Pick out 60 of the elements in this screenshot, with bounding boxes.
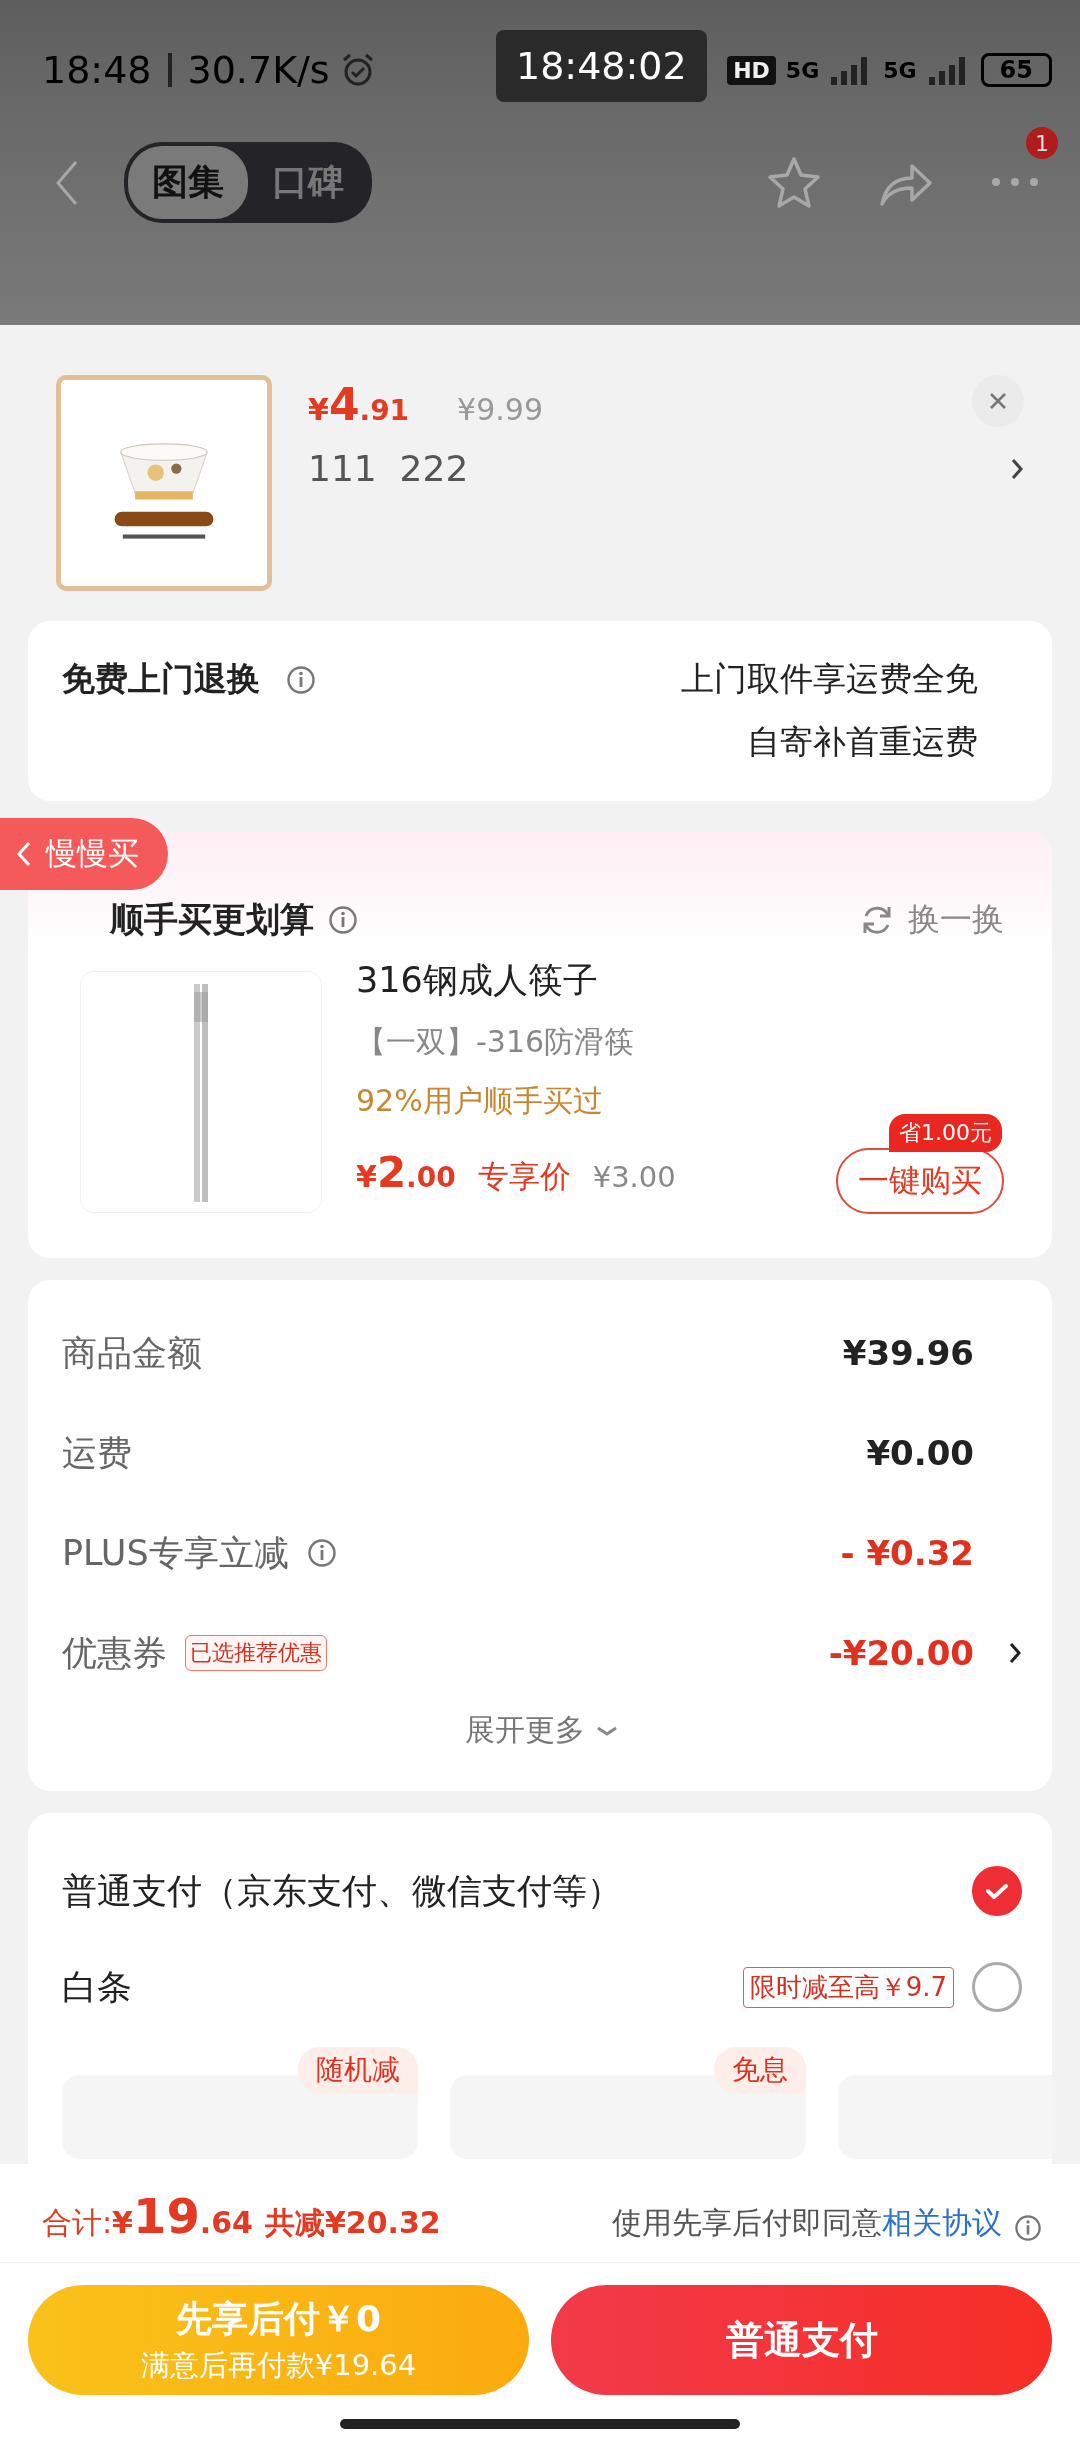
total-savings: 共减¥20.32 — [264, 2204, 441, 2242]
total-amount: 合计:¥19.64 — [42, 2188, 253, 2244]
summary-value: -¥20.00 — [828, 1633, 974, 1673]
notification-badge: 1 — [1026, 127, 1058, 159]
savings-badge: 省1.00元 — [889, 1114, 1002, 1152]
payment-method[interactable]: 普通支付（京东支付、微信支付等） — [62, 1867, 622, 1915]
chevron-icon[interactable] — [1010, 456, 1024, 481]
agreement-text: 使用先享后付即同意 — [612, 2204, 882, 2242]
network-label: 5G — [785, 57, 820, 83]
service-note: 自寄补首重运费 — [747, 721, 978, 763]
hd-badge: HD — [727, 55, 776, 85]
clock-overlay: 18:48:02 — [496, 30, 707, 102]
original-price: ¥3.00 — [592, 1160, 676, 1194]
section-title: 顺手买更划算 — [110, 898, 314, 941]
radio-button[interactable] — [972, 1866, 1022, 1916]
refresh-link[interactable]: 换一换 — [908, 898, 1004, 942]
nav-tab[interactable]: 口碑 — [248, 146, 368, 219]
summary-value: - ¥0.32 — [840, 1533, 974, 1573]
installment-badge: 随机减 — [298, 2047, 418, 2093]
status-time: 18:48 — [42, 48, 152, 92]
pay-button[interactable]: 普通支付 — [551, 2285, 1052, 2395]
more-icon[interactable] — [990, 176, 1040, 188]
service-note: 上门取件享运费全免 — [681, 658, 978, 700]
product-variant: 【一双】-316防滑筷 — [356, 1023, 635, 1061]
product-spec[interactable]: 111 222 — [308, 448, 469, 489]
network-speed: 30.7K/s — [187, 48, 330, 92]
chevron-icon[interactable] — [1008, 1641, 1022, 1665]
installment-badge: 免息 — [714, 2047, 806, 2093]
summary-label: 商品金额 — [62, 1331, 202, 1375]
summary-label: 运费 — [62, 1431, 132, 1475]
promo-tag: 限时减至高￥9.7 — [742, 1966, 954, 2008]
agreement-link[interactable]: 相关协议 — [882, 2203, 1002, 2244]
floating-tab[interactable]: 慢慢买 — [0, 818, 168, 890]
summary-value: ¥0.00 — [866, 1433, 974, 1473]
product-name[interactable]: 316钢成人筷子 — [356, 957, 598, 1004]
star-icon[interactable] — [766, 155, 822, 210]
info-icon[interactable] — [1014, 2214, 1042, 2242]
battery-indicator: 65 — [980, 53, 1052, 87]
bundle-price: ¥2.00 — [356, 1148, 456, 1197]
radio-button[interactable] — [972, 1962, 1022, 2012]
info-icon[interactable] — [286, 664, 316, 695]
summary-value: ¥39.96 — [842, 1333, 974, 1373]
product-price: ¥4.91 — [308, 379, 410, 430]
close-button[interactable] — [972, 375, 1024, 427]
coupon-tag: 已选推荐优惠 — [185, 1635, 327, 1671]
price-tag: 专享价 — [477, 1156, 571, 1198]
payment-method[interactable]: 白条 — [62, 1963, 132, 2011]
network-label: 5G — [883, 57, 917, 83]
social-proof: 92%用户顺手买过 — [356, 1082, 603, 1120]
original-price: ¥9.99 — [457, 392, 543, 427]
info-icon[interactable] — [328, 905, 358, 935]
nav-tab[interactable]: 图集 — [128, 146, 248, 219]
service-title: 免费上门退换 — [62, 658, 260, 700]
summary-label: 优惠券 — [62, 1631, 167, 1675]
chevron-left-icon[interactable] — [16, 840, 32, 868]
close-icon[interactable] — [988, 391, 1008, 411]
expand-link[interactable]: 展开更多 — [465, 1710, 585, 1751]
summary-label: PLUS专享立减 — [62, 1531, 289, 1575]
quick-buy-button[interactable]: 一键购买 — [836, 1148, 1004, 1214]
info-icon[interactable] — [306, 1538, 337, 1568]
